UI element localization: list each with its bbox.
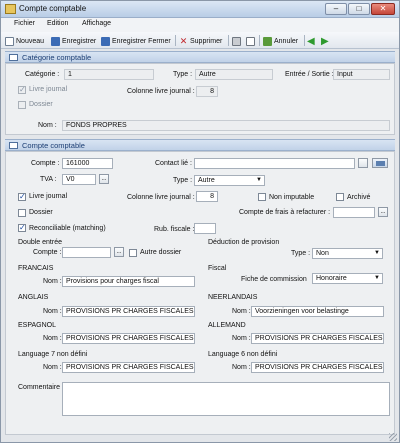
contact-card-button[interactable] — [372, 158, 388, 168]
archive-checkbox[interactable] — [336, 193, 344, 201]
categorie-colonne-field: 8 — [196, 86, 218, 97]
dossier-checkbox[interactable] — [18, 209, 26, 217]
type-select[interactable]: Autre ▼ — [194, 175, 265, 186]
livre-journal-checkbox[interactable] — [18, 192, 26, 201]
arrow-right-icon: ▶ — [321, 35, 329, 47]
categorie-field: 1 — [64, 69, 154, 80]
autre-dossier-checkbox[interactable] — [129, 249, 137, 257]
arrow-left-icon: ◀ — [307, 35, 315, 47]
app-icon — [5, 4, 16, 14]
delete-button[interactable]: ✕ Supprimer — [179, 35, 223, 47]
delete-icon: ✕ — [179, 35, 188, 46]
contact-input[interactable] — [194, 158, 355, 169]
fiche-commission-select[interactable]: Honoraire ▼ — [312, 273, 383, 284]
categorie-livre-journal-checkbox — [18, 85, 26, 94]
categorie-panel: Catégorie : 1 Type : Autre Entrée / Sort… — [5, 63, 395, 135]
compte-frais-browse-button[interactable]: ... — [378, 207, 388, 217]
compte-frais-input[interactable] — [333, 207, 375, 218]
print-preview-icon — [246, 36, 255, 46]
menu-bar: Fichier Edition Affichage — [1, 18, 399, 32]
minimize-button[interactable]: – — [325, 3, 347, 15]
menu-affichage[interactable]: Affichage — [82, 20, 111, 27]
resize-grip-icon[interactable] — [389, 433, 397, 441]
previous-button[interactable]: ◀ — [307, 35, 315, 47]
compte-input[interactable]: 161000 — [62, 158, 113, 169]
language6-nom-input[interactable]: PROVISIONS PR CHARGES FISCALES — [251, 362, 384, 373]
anglais-nom-input[interactable]: PROVISIONS PR CHARGES FISCALES — [62, 306, 195, 317]
tva-browse-button[interactable]: ... — [99, 174, 109, 184]
commentaire-textarea[interactable] — [62, 382, 390, 416]
cancel-button[interactable]: Annuler — [263, 35, 298, 47]
save-close-icon — [101, 36, 110, 46]
double-entree-compte-input[interactable] — [62, 247, 111, 258]
menu-fichier[interactable]: Fichier — [14, 20, 35, 27]
save-close-button[interactable]: Enregistrer Fermer — [101, 35, 171, 47]
undo-icon — [263, 36, 272, 46]
next-button[interactable]: ▶ — [321, 35, 329, 47]
new-button[interactable]: Nouveau — [5, 35, 44, 47]
close-button[interactable]: ✕ — [371, 3, 395, 15]
double-entree-browse-button[interactable]: ... — [114, 247, 124, 257]
entree-sortie-field: Input — [333, 69, 390, 80]
categorie-header[interactable]: Catégorie comptable — [5, 51, 395, 63]
categorie-nom-field: FONDS PROPRES — [62, 120, 390, 131]
toolbar: Nouveau Enregistrer Enregistrer Fermer ✕… — [1, 32, 399, 49]
maximize-button[interactable]: □ — [348, 3, 370, 15]
chevron-down-icon: ▼ — [374, 250, 380, 256]
print-icon — [232, 36, 241, 46]
reconciliable-checkbox[interactable] — [18, 223, 26, 232]
collapse-icon — [9, 54, 18, 61]
colonne-input[interactable]: 8 — [196, 191, 218, 202]
categorie-dossier-checkbox — [18, 101, 26, 109]
contact-card-icon — [376, 161, 385, 166]
rub-fiscale-input[interactable] — [194, 223, 216, 234]
compte-panel: Compte : 161000 Contact lié : TVA : V0 .… — [5, 151, 395, 435]
tva-input[interactable]: V0 — [62, 174, 96, 185]
save-button[interactable]: Enregistrer — [51, 35, 96, 47]
francais-nom-input[interactable]: Provisions pour charges fiscal — [62, 276, 195, 287]
print-preview-button[interactable] — [246, 35, 255, 47]
non-imputable-checkbox[interactable] — [258, 193, 266, 201]
title-bar: Compte comptable – □ ✕ — [1, 1, 399, 18]
espagnol-nom-input[interactable]: PROVISIONS PR CHARGES FISCALES — [62, 333, 195, 344]
collapse-icon — [9, 142, 18, 149]
menu-edition[interactable]: Edition — [47, 20, 68, 27]
print-button[interactable] — [232, 35, 241, 47]
chevron-down-icon: ▼ — [256, 177, 262, 183]
allemand-nom-input[interactable]: PROVISIONS PR CHARGES FISCALES — [251, 333, 384, 344]
compte-header[interactable]: Compte comptable — [5, 139, 395, 151]
contact-browse-button[interactable] — [358, 158, 368, 168]
chevron-down-icon: ▼ — [374, 275, 380, 281]
window-title: Compte comptable — [19, 4, 87, 13]
save-icon — [51, 36, 60, 46]
neerlandais-nom-input[interactable]: Voorzieningen voor belastinge — [251, 306, 384, 317]
new-document-icon — [5, 36, 14, 46]
language7-nom-input[interactable]: PROVISIONS PR CHARGES FISCALES — [62, 362, 195, 373]
categorie-type-field: Autre — [195, 69, 273, 80]
deduction-type-select[interactable]: Non ▼ — [312, 248, 383, 259]
